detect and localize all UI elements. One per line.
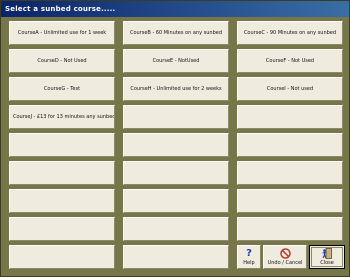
course-button-c[interactable]: CourseC - 90 Minutes on any sunbed	[237, 21, 343, 45]
empty-course-button[interactable]	[9, 245, 115, 269]
empty-course-button[interactable]	[123, 245, 229, 269]
course-button-f[interactable]: CourseF - Not Used	[237, 49, 343, 73]
no-entry-icon	[279, 248, 291, 259]
help-label: Help	[243, 259, 255, 266]
empty-course-button[interactable]	[123, 217, 229, 241]
empty-course-button[interactable]	[123, 189, 229, 213]
course-button-h[interactable]: CourseH - Unlimited use for 2 weeks	[123, 77, 229, 101]
empty-course-button[interactable]	[237, 217, 343, 241]
close-button[interactable]: Close	[309, 245, 345, 269]
empty-course-button[interactable]	[237, 189, 343, 213]
help-button[interactable]: ? Help	[237, 245, 261, 269]
empty-course-button[interactable]	[237, 161, 343, 185]
empty-course-button[interactable]	[9, 189, 115, 213]
empty-course-button[interactable]	[9, 133, 115, 157]
undo-cancel-label: Undo / Cancel	[267, 260, 303, 266]
course-button-j[interactable]: CourseJ - £13 for 13 minutes any sunbeds…	[9, 105, 115, 129]
window-title: Select a sunbed course.....	[1, 1, 349, 17]
empty-course-button[interactable]	[123, 133, 229, 157]
close-label: Close	[320, 260, 334, 266]
undo-cancel-button[interactable]: Undo / Cancel	[263, 245, 307, 269]
empty-course-button[interactable]	[237, 133, 343, 157]
course-button-a[interactable]: CourseA - Unlimited use for 1 week	[9, 21, 115, 45]
course-button-b[interactable]: CourseB - 60 Minutes on any sunbed	[123, 21, 229, 45]
door-exit-icon	[322, 248, 332, 259]
empty-course-button[interactable]	[9, 161, 115, 185]
empty-course-button[interactable]	[237, 105, 343, 129]
course-button-e[interactable]: CourseE - NotUsed	[123, 49, 229, 73]
course-select-window: Select a sunbed course..... CourseA - Un…	[0, 0, 350, 277]
course-button-d[interactable]: CourseD - Not Used	[9, 49, 115, 73]
course-button-i[interactable]: CourseI - Not used	[237, 77, 343, 101]
empty-course-button[interactable]	[123, 105, 229, 129]
course-button-g[interactable]: CourseG - Test	[9, 77, 115, 101]
empty-course-button[interactable]	[123, 161, 229, 185]
question-mark-icon: ?	[246, 247, 252, 259]
empty-course-button[interactable]	[9, 217, 115, 241]
